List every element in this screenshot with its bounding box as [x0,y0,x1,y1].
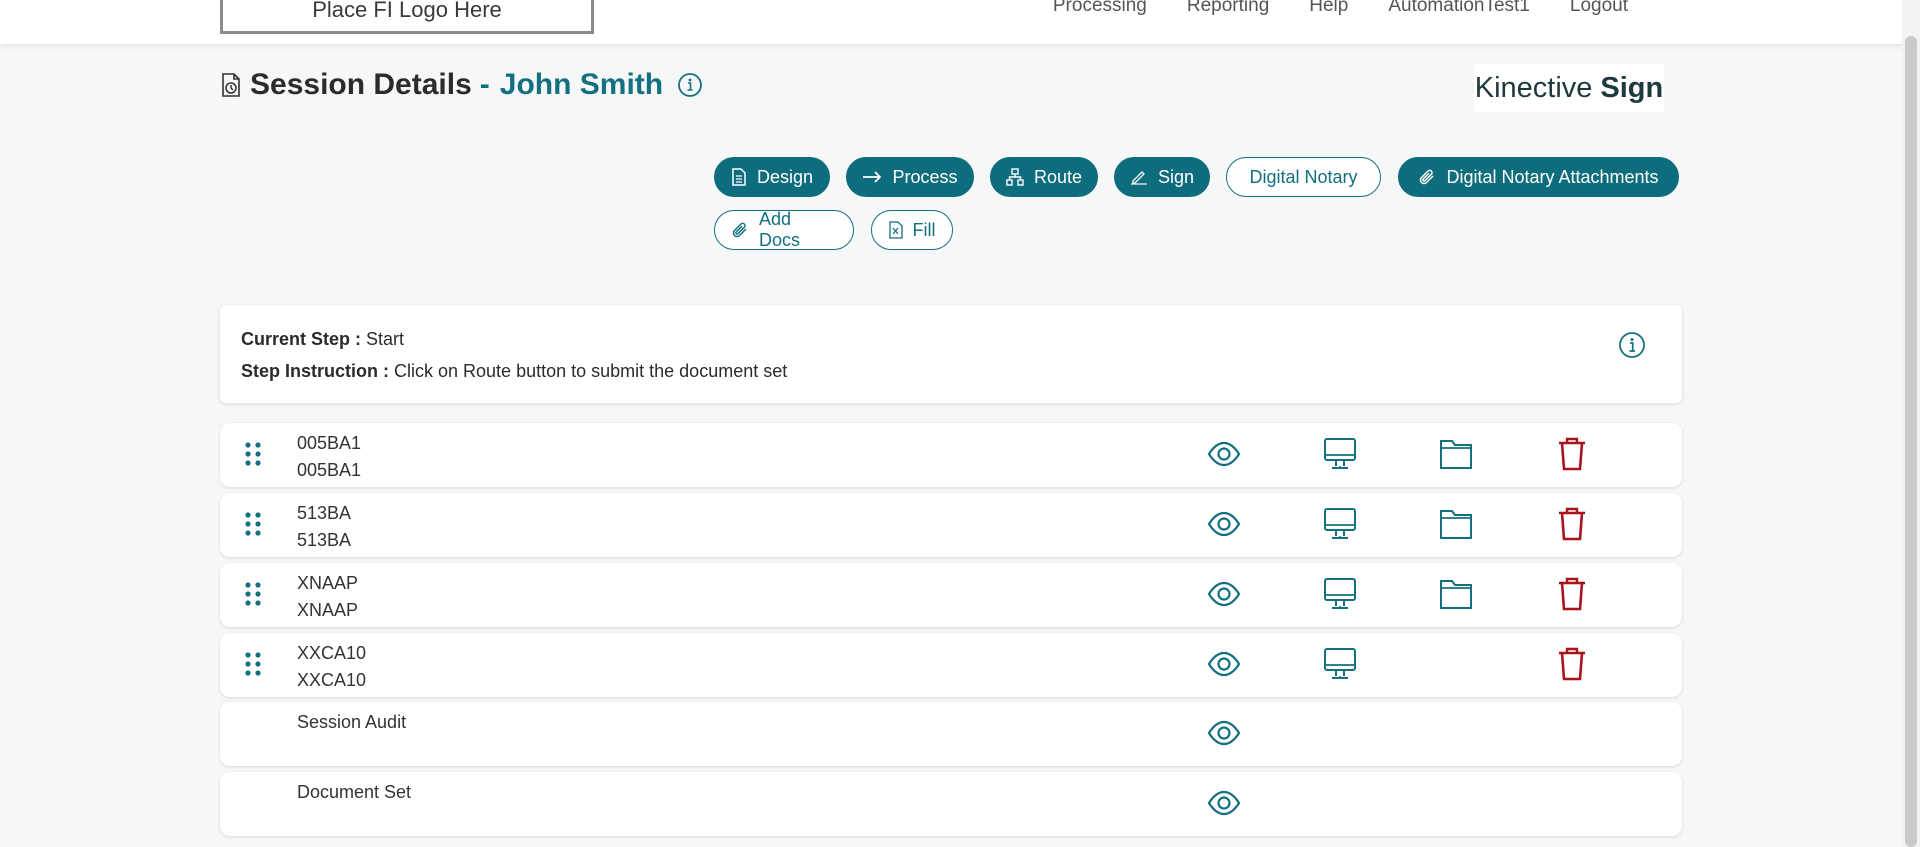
sitemap-icon [1006,168,1024,186]
trash-icon[interactable] [1557,647,1587,681]
monitor-icon[interactable] [1323,577,1357,611]
document-row[interactable]: XNAAP XNAAP [220,563,1682,627]
document-row[interactable]: 513BA 513BA [220,493,1682,557]
route-button[interactable]: Route [990,157,1098,197]
process-button[interactable]: Process [846,157,974,197]
digital-notary-label: Digital Notary [1249,166,1358,187]
info-icon[interactable] [1618,331,1646,359]
nav-reporting[interactable]: Reporting [1187,0,1269,17]
kinective-sign-logo: Kinective Sign [1474,64,1664,112]
sign-button[interactable]: Sign [1114,157,1210,197]
add-docs-label: Add Docs [759,209,801,250]
document-name: XNAAP [297,573,359,593]
document-row[interactable]: Document Set [220,772,1682,836]
monitor-icon[interactable] [1323,437,1357,471]
document-name: Document Set [297,782,412,802]
document-subname: 513BA [297,530,352,550]
monitor-icon[interactable] [1323,647,1357,681]
trash-icon[interactable] [1557,507,1587,541]
fill-button[interactable]: Fill [871,210,953,250]
document-icon [732,168,746,186]
paperclip-icon [732,222,747,238]
nav-processing[interactable]: Processing [1053,0,1147,17]
sign-label: Sign [1157,166,1195,187]
drag-handle-icon[interactable] [244,651,262,677]
fill-label: Fill [912,219,936,240]
eye-icon[interactable] [1207,509,1241,539]
current-step-label: Current Step : [241,329,362,349]
brand-light-text: Kinective [1474,71,1593,104]
document-subname: XNAAP [297,600,359,620]
digital-notary-attachments-button[interactable]: Digital Notary Attachments [1398,157,1679,197]
folder-icon[interactable] [1439,437,1473,471]
current-step: Current Step : Start [241,329,404,350]
document-name: 005BA1 [297,433,362,453]
monitor-icon[interactable] [1323,507,1357,541]
trash-icon[interactable] [1557,577,1587,611]
nav-help[interactable]: Help [1309,0,1348,17]
form-fill-icon [888,221,903,239]
arrow-right-icon [863,171,882,183]
top-navbar: Place FI Logo Here Processing Reporting … [0,0,1920,44]
document-name: Session Audit [297,712,407,732]
document-row[interactable]: 005BA1 005BA1 [220,423,1682,487]
eye-icon[interactable] [1207,579,1241,609]
step-info-card: Current Step : Start Step Instruction : … [220,305,1682,403]
document-name: XXCA10 [297,643,367,663]
digital-notary-button[interactable]: Digital Notary [1226,157,1381,197]
customer-name: John Smith [499,68,664,101]
folder-icon[interactable] [1439,507,1473,541]
nav-logout[interactable]: Logout [1570,0,1628,17]
document-subname: 005BA1 [297,460,362,480]
main-nav: Processing Reporting Help AutomationTest… [1053,0,1628,17]
drag-handle-icon[interactable] [244,511,262,537]
eye-icon[interactable] [1207,649,1241,679]
process-label: Process [892,166,958,187]
document-row[interactable]: Session Audit [220,702,1682,766]
folder-icon[interactable] [1439,577,1473,611]
trash-icon[interactable] [1557,437,1587,471]
scrollbar-thumb[interactable] [1905,36,1917,847]
digital-notary-attachments-label: Digital Notary Attachments [1446,166,1659,187]
info-icon[interactable] [677,72,703,98]
nav-user[interactable]: AutomationTest1 [1388,0,1530,17]
pen-icon [1130,171,1147,185]
eye-icon[interactable] [1207,788,1241,818]
brand-bold-text: Sign [1600,71,1664,104]
step-instruction-value: Click on Route button to submit the docu… [394,361,788,381]
add-docs-button[interactable]: Add Docs [714,209,854,250]
drag-handle-icon[interactable] [244,441,262,467]
design-button[interactable]: Design [714,157,830,197]
route-label: Route [1033,166,1083,187]
document-name: 513BA [297,503,352,523]
drag-handle-icon[interactable] [244,581,262,607]
eye-icon[interactable] [1207,439,1241,469]
page-title: Session Details [250,68,472,101]
current-step-value: Start [366,329,405,349]
page-scrollbar[interactable] [1902,0,1920,847]
page-title-row: Session Details - John Smith [220,68,703,102]
document-row[interactable]: XXCA10 XXCA10 [220,633,1682,697]
fi-logo-placeholder: Place FI Logo Here [220,0,594,34]
logo-text: Place FI Logo Here [312,0,502,22]
paperclip-icon [1420,169,1434,185]
eye-icon[interactable] [1207,718,1241,748]
step-instruction-label: Step Instruction : [241,361,389,381]
title-separator: - [479,68,490,101]
design-label: Design [756,166,814,187]
document-history-icon [222,73,240,97]
document-subname: XXCA10 [297,670,367,690]
step-instruction: Step Instruction : Click on Route button… [241,361,787,382]
